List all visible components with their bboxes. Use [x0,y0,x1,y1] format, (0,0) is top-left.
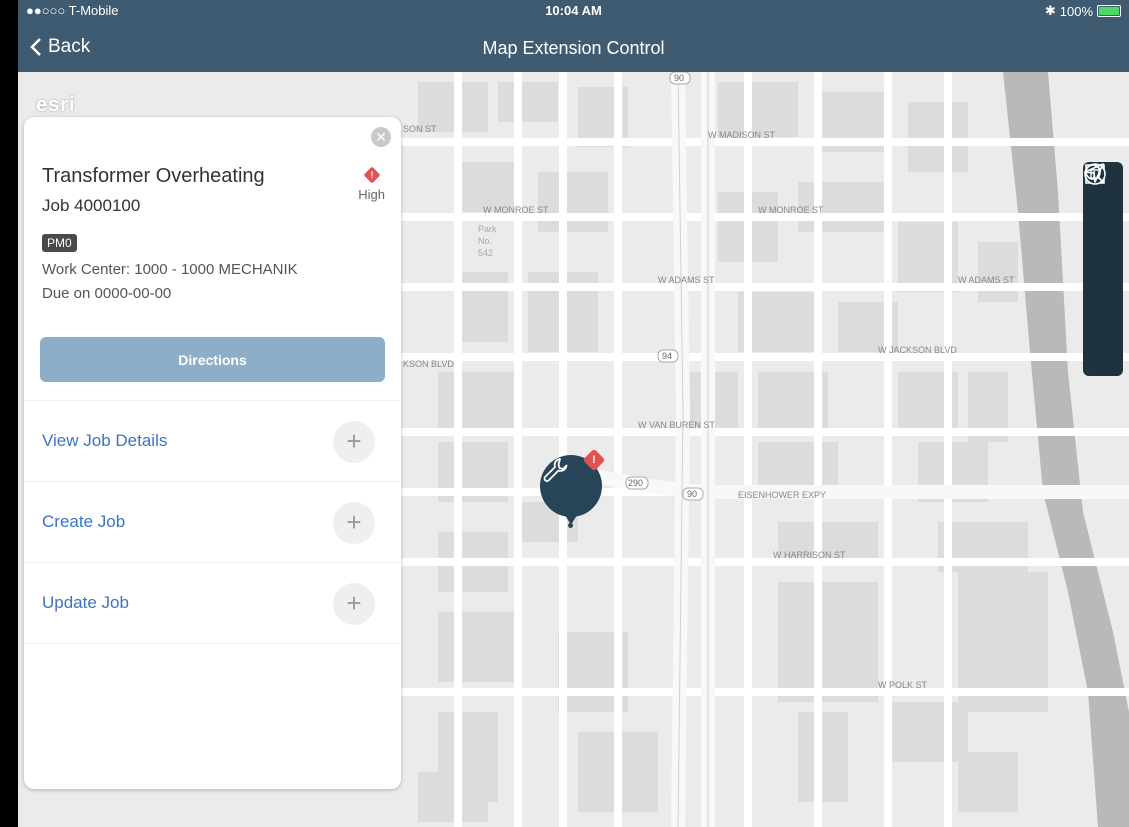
priority-alert-icon: ! [363,166,381,184]
alert-icon: ! [592,454,596,466]
action-label: View Job Details [42,431,168,450]
battery-percent: 100% [1059,3,1093,19]
svg-text:90: 90 [674,73,684,83]
svg-text:W HARRISON ST: W HARRISON ST [773,550,846,560]
svg-text:No.: No. [478,236,492,246]
svg-text:SON ST: SON ST [403,124,437,134]
action-create-job[interactable]: Create Job + [24,481,401,562]
marker-location-dot [568,523,573,528]
page-title: Map Extension Control [482,38,665,58]
close-icon: ✕ [375,129,387,145]
work-center: Work Center: 1000 - 1000 MECHANIK [42,261,298,278]
plus-icon[interactable]: + [333,583,375,625]
priority-indicator: ! High [358,165,385,202]
action-label: Create Job [42,512,126,531]
job-detail-panel: ✕ Transformer Overheating Job 4000100 ! … [24,117,401,789]
action-label: Update Job [42,593,129,612]
svg-text:W MADISON ST: W MADISON ST [708,130,776,140]
wrench-icon [543,458,568,482]
job-type-tag: PM0 [42,234,77,252]
plus-icon[interactable]: + [333,421,375,463]
top-bar: ●●○○○ T-Mobile 10:04 AM ✱ 100% Back Map … [18,0,1129,72]
svg-text:W POLK ST: W POLK ST [878,680,928,690]
action-update-job[interactable]: Update Job + [24,562,401,644]
marker-alert-badge: ! [582,448,606,472]
svg-text:EISENHOWER EXPY: EISENHOWER EXPY [738,490,826,500]
close-button[interactable]: ✕ [371,127,391,147]
svg-text:W ADAMS ST: W ADAMS ST [958,275,1015,285]
due-date: Due on 0000-00-00 [42,285,172,302]
locate-tool[interactable] [1083,163,1123,323]
job-title: Transformer Overheating [42,165,265,187]
svg-text:W ADAMS ST: W ADAMS ST [658,275,715,285]
svg-text:W VAN BUREN ST: W VAN BUREN ST [638,420,715,430]
app-frame: ●●○○○ T-Mobile 10:04 AM ✱ 100% Back Map … [18,0,1129,827]
svg-text:KSON BLVD: KSON BLVD [403,359,454,369]
battery-icon [1097,5,1121,17]
svg-text:542: 542 [478,248,493,258]
priority-label: High [358,187,385,202]
action-list: View Job Details + Create Job + Update J… [24,400,401,644]
extent-icon [1085,164,1105,184]
esri-logo: esri [36,94,76,116]
extent-tool[interactable] [1083,164,1123,377]
svg-text:290: 290 [628,478,643,488]
bluetooth-icon: ✱ [1044,3,1056,18]
clock: 10:04 AM [545,3,602,18]
status-bar: ●●○○○ T-Mobile 10:04 AM ✱ 100% [18,0,1129,22]
svg-text:W MONROE ST: W MONROE ST [758,205,824,215]
directions-button[interactable]: Directions [40,337,385,382]
svg-text:90: 90 [687,489,697,499]
svg-text:Park: Park [478,224,497,234]
map-tool-rail: i [1083,162,1123,376]
svg-text:W JACKSON BLVD: W JACKSON BLVD [878,345,957,355]
action-view-job-details[interactable]: View Job Details + [24,400,401,481]
job-number: Job 4000100 [42,196,141,215]
info-tool[interactable]: i [1083,163,1123,270]
navigation-bar: Back Map Extension Control [18,30,1129,68]
svg-text:W MONROE ST: W MONROE ST [483,205,549,215]
plus-icon[interactable]: + [333,502,375,544]
svg-text:94: 94 [662,351,672,361]
battery-indicator: ✱ 100% [1045,3,1121,19]
